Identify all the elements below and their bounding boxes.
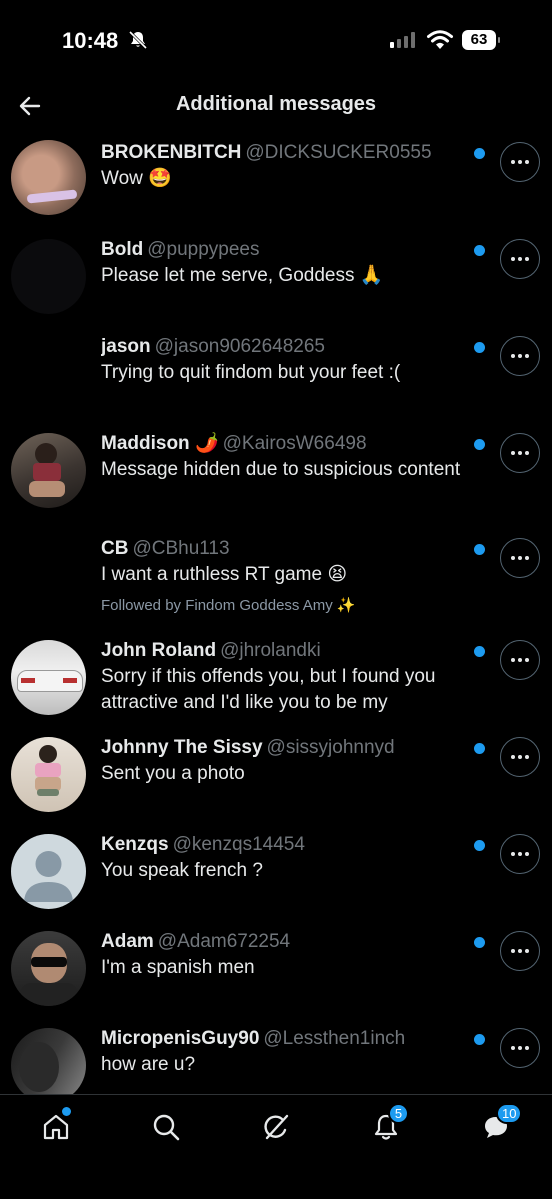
- message-row-bold[interactable]: Bold @puppypees Please let me serve, Godd…: [0, 229, 552, 326]
- more-options-button[interactable]: [500, 737, 540, 777]
- message-row-adam[interactable]: Adam @Adam672254 I'm a spanish men: [0, 921, 552, 1018]
- sender-handle: @KairosW66498: [222, 433, 367, 454]
- more-options-button[interactable]: [500, 538, 540, 578]
- unread-indicator: [474, 646, 485, 657]
- message-row-maddison[interactable]: Maddison 🌶️ @KairosW66498 Message hidden …: [0, 423, 552, 528]
- nav-search[interactable]: [148, 1109, 184, 1145]
- followed-by-label: Followed by Findom Goddess Amy ✨: [101, 597, 356, 614]
- avatar: [11, 1028, 86, 1094]
- more-options-button[interactable]: [500, 142, 540, 182]
- avatar: [11, 336, 86, 411]
- unread-indicator: [474, 743, 485, 754]
- notifications-badge: 5: [388, 1103, 409, 1124]
- more-options-button[interactable]: [500, 931, 540, 971]
- message-preview: Please let me serve, Goddess 🙏: [101, 265, 384, 286]
- nav-notifications[interactable]: 5: [368, 1103, 409, 1145]
- sender-name: jason: [101, 336, 151, 357]
- sender-handle: @sissyjohnnyd: [266, 737, 395, 758]
- avatar: [11, 834, 86, 909]
- message-preview: I want a ruthless RT game 😫: [101, 564, 348, 585]
- sender-handle: @kenzqs14454: [172, 834, 305, 855]
- unread-indicator: [474, 1034, 485, 1045]
- more-options-button[interactable]: [500, 336, 540, 376]
- message-preview: Wow 🤩: [101, 168, 172, 189]
- sender-name: Maddison 🌶️: [101, 433, 219, 454]
- message-row-cb[interactable]: CB @CBhu113 I want a ruthless RT game 😫 F…: [0, 528, 552, 630]
- sender-name: CB: [101, 538, 129, 559]
- sender-name: Kenzqs: [101, 834, 169, 855]
- avatar: [11, 140, 86, 215]
- unread-indicator: [474, 544, 485, 555]
- sender-name: Johnny The Sissy: [101, 737, 263, 758]
- bell-off-icon: [128, 30, 148, 50]
- nav-messages[interactable]: 10: [478, 1103, 523, 1145]
- page-title: Additional messages: [175, 93, 377, 115]
- sender-name: Bold: [101, 239, 144, 260]
- message-preview: how are u?: [101, 1054, 196, 1075]
- default-avatar-icon: [24, 851, 73, 902]
- more-options-button[interactable]: [500, 433, 540, 473]
- unread-indicator: [474, 840, 485, 851]
- sender-handle: @DICKSUCKER0555: [245, 142, 432, 163]
- sender-name: Adam: [101, 931, 154, 952]
- avatar: [11, 538, 86, 613]
- message-preview: Message hidden due to suspicious content: [101, 459, 461, 480]
- grok-icon: [264, 1114, 289, 1140]
- message-row-john-roland[interactable]: John Roland @jhrolandki Sorry if this off…: [0, 630, 552, 727]
- sender-handle: @jason9062648265: [154, 336, 326, 357]
- message-preview: Trying to quit findom but your feet :(: [101, 362, 401, 383]
- unread-indicator: [474, 439, 485, 450]
- home-icon: [43, 1114, 69, 1140]
- sender-handle: @puppypees: [147, 239, 260, 260]
- status-time: 10:48: [62, 28, 119, 53]
- sender-name: MicropenisGuy90: [101, 1028, 260, 1049]
- message-preview: Sorry if this offends you, but I found y…: [101, 666, 436, 713]
- more-options-button[interactable]: [500, 834, 540, 874]
- avatar: [11, 931, 86, 1006]
- more-options-button[interactable]: [500, 1028, 540, 1068]
- avatar: [11, 433, 86, 508]
- battery-indicator: 63: [462, 30, 500, 50]
- more-options-button[interactable]: [500, 239, 540, 279]
- search-icon: [153, 1114, 180, 1141]
- sender-handle: @CBhu113: [132, 538, 230, 559]
- unread-indicator: [474, 342, 485, 353]
- wifi-icon: [427, 30, 453, 49]
- avatar: [11, 239, 86, 314]
- nav-home[interactable]: [38, 1107, 74, 1145]
- avatar: [11, 737, 86, 812]
- messages-badge: 10: [496, 1103, 523, 1124]
- nav-grok[interactable]: [258, 1109, 294, 1145]
- unread-indicator: [474, 245, 485, 256]
- bottom-nav: 5 10: [0, 1094, 552, 1199]
- unread-indicator: [474, 937, 485, 948]
- message-preview: Sent you a photo: [101, 763, 245, 784]
- status-bar: 10:48 63: [0, 0, 552, 80]
- sender-handle: @Adam672254: [157, 931, 291, 952]
- cellular-signal-icon: [390, 32, 415, 48]
- avatar: [11, 640, 86, 715]
- sender-handle: @Lessthen1inch: [263, 1028, 406, 1049]
- sender-name: BROKENBITCH: [101, 142, 242, 163]
- sender-handle: @jhrolandki: [220, 640, 321, 661]
- message-row-johnny-the-sissy[interactable]: Johnny The Sissy @sissyjohnnyd Sent you a…: [0, 727, 552, 824]
- home-unread-dot: [62, 1107, 71, 1116]
- message-row-jason[interactable]: jason @jason9062648265 Trying to quit fin…: [0, 326, 552, 423]
- message-request-list: BROKENBITCH @DICKSUCKER0555 Wow 🤩 Bold @pu…: [0, 132, 552, 1094]
- header: Additional messages: [0, 80, 552, 132]
- message-row-brokenbitch[interactable]: BROKENBITCH @DICKSUCKER0555 Wow 🤩: [0, 132, 552, 229]
- message-row-micropenisguy90[interactable]: MicropenisGuy90 @Lessthen1inch how are u?: [0, 1018, 552, 1094]
- message-row-kenzqs[interactable]: Kenzqs @kenzqs14454 You speak french ?: [0, 824, 552, 921]
- unread-indicator: [474, 148, 485, 159]
- more-options-button[interactable]: [500, 640, 540, 680]
- message-preview: You speak french ?: [101, 860, 263, 881]
- message-preview: I'm a spanish men: [101, 957, 255, 978]
- sender-name: John Roland: [101, 640, 217, 661]
